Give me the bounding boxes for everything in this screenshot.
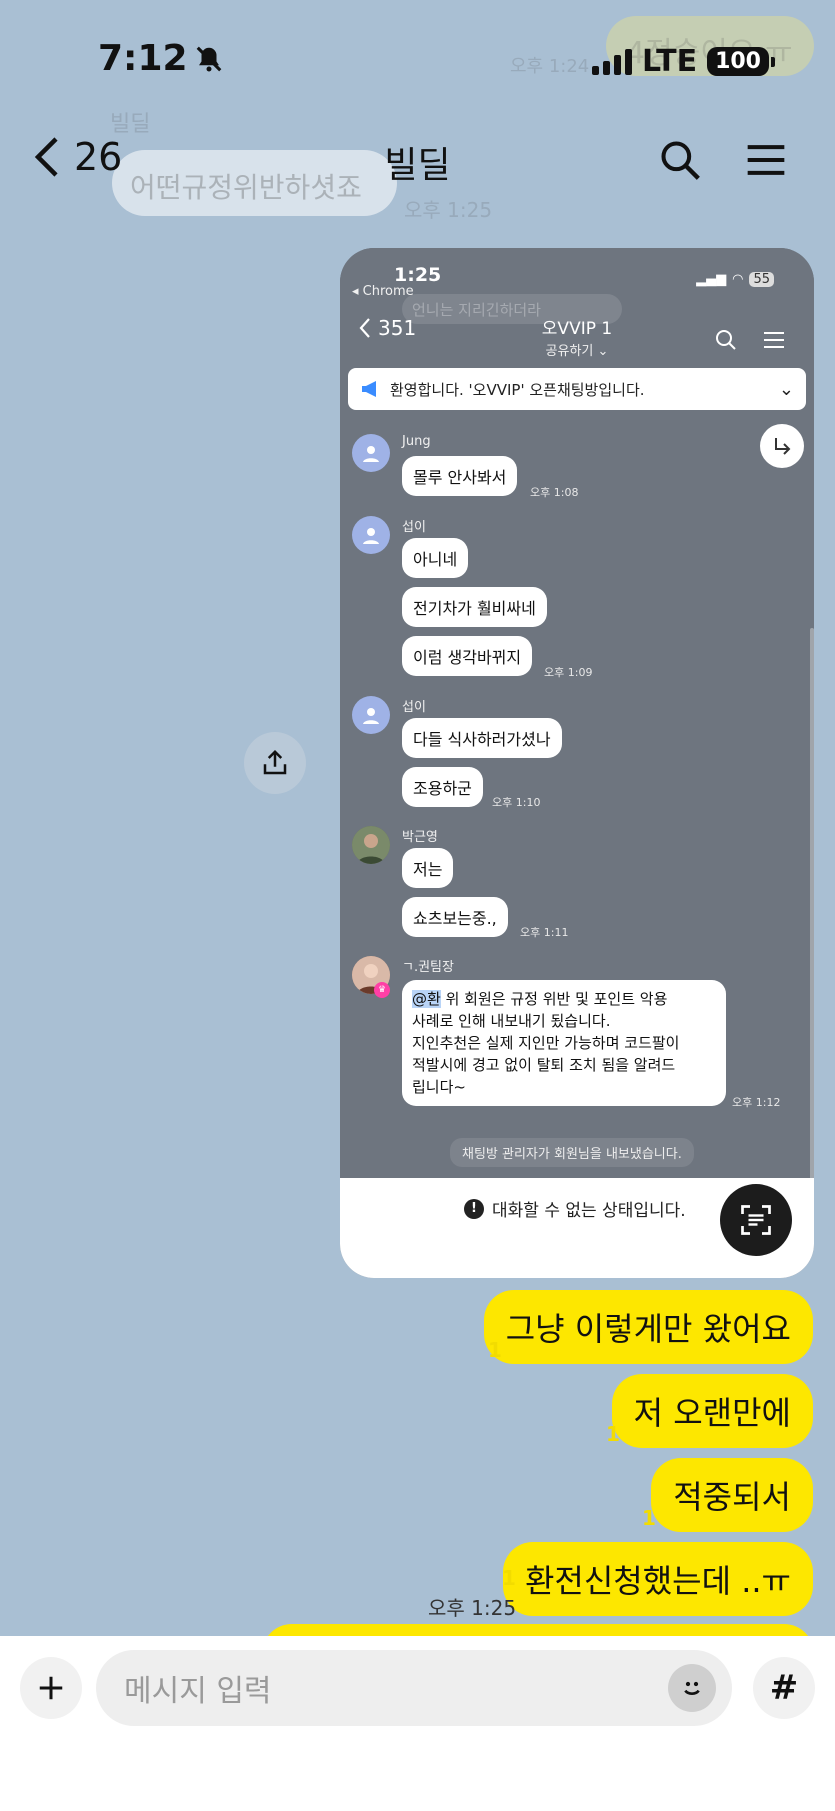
smiley-icon — [684, 1681, 700, 1695]
inner-status-time: 1:25 — [394, 264, 442, 286]
status-time: 7:12 — [98, 38, 224, 79]
chat-bubble: 전기차가 훨비싸네 — [402, 587, 547, 627]
avatar-photo — [352, 826, 390, 864]
hamburger-menu-icon — [747, 145, 785, 175]
my-message-bubble[interactable]: 저 오랜만에 — [611, 1374, 813, 1448]
chat-bubble: 몰루 안사봐서 — [402, 456, 518, 496]
chat-bubble: 이럼 생각바뀌지 — [402, 636, 533, 676]
notice-line: 사례로 인해 내보내기 됬습니다. — [412, 1012, 611, 1030]
unread-count: 1 — [642, 1506, 656, 1530]
search-button[interactable] — [656, 136, 704, 184]
signal-icon — [591, 48, 632, 75]
chat-bubble: 쇼츠보는중., — [402, 897, 508, 937]
person-icon — [363, 446, 379, 462]
status-indicators: LTE 100 — [591, 44, 775, 79]
person-photo-icon — [352, 826, 390, 864]
network-label: LTE — [641, 44, 698, 79]
clock: 7:12 — [98, 38, 188, 79]
text-scan-icon — [741, 1205, 771, 1235]
screenshot-chat: 언니는 지리긴하더라 1:25 ◂ Chrome ▂▄▆ ◠ 55 351 오V… — [340, 248, 814, 1208]
my-message-bubble[interactable]: 그냥 이렇게만 왔어요 — [483, 1290, 813, 1364]
chevron-down-icon: ⌄ — [778, 378, 794, 400]
username: ㄱ.권팀장 — [402, 960, 454, 975]
message-time: 오후 1:25 — [428, 1596, 517, 1620]
search-icon — [661, 141, 700, 180]
blocked-text: 대화할 수 없는 상태입니다. — [492, 1201, 686, 1221]
notice-line: 적발시에 경고 없이 탈퇴 조치 됨을 알려드 — [412, 1056, 676, 1074]
megaphone-icon — [362, 381, 376, 397]
message-time: 오후 1:08 — [530, 486, 579, 499]
person-icon — [363, 708, 379, 724]
shared-screenshot[interactable]: 언니는 지리긴하더라 1:25 ◂ Chrome ▂▄▆ ◠ 55 351 오V… — [340, 248, 814, 1278]
chat-bubble: 아니네 — [402, 538, 469, 578]
inner-share-label: 공유하기 — [545, 344, 594, 359]
message-time: 오후 1:12 — [732, 1096, 781, 1109]
blocked-message: ! 대화할 수 없는 상태입니다. — [464, 1196, 686, 1221]
notice-line: 립니다~ — [412, 1078, 466, 1096]
message-time: 오후 1:11 — [520, 926, 569, 939]
chat-bubble: 다들 식사하러가셨나 — [402, 718, 562, 758]
notice-line: 지인추천은 실제 지인만 가능하며 코드팔이 — [412, 1034, 680, 1052]
inner-browser-label: ◂ Chrome — [352, 284, 414, 299]
person-icon — [363, 528, 379, 544]
username: 박근영 — [402, 830, 438, 845]
inner-room-subtitle: 공유하기 ⌄ — [340, 340, 814, 359]
inner-battery: 55 — [749, 272, 774, 287]
ghost-time: 오후 1:25 — [404, 198, 493, 222]
avatar — [352, 516, 390, 554]
unread-count: 1 — [502, 1566, 516, 1590]
message-time: 오후 1:09 — [544, 666, 593, 679]
inner-share-arrow — [760, 424, 804, 468]
message-input[interactable]: 메시지 입력 — [96, 1650, 732, 1726]
system-message: 채팅방 관리자가 회원님을 내보냈습니다. — [450, 1138, 694, 1167]
chat-bubble: 조용하군 — [402, 767, 483, 807]
unread-count: 1 — [606, 1422, 620, 1446]
username: Jung — [402, 434, 431, 449]
username: 섭이 — [402, 520, 426, 535]
alert-icon: ! — [464, 1198, 484, 1219]
menu-button[interactable] — [742, 136, 790, 184]
ghost-top-time: 오후 1:24 — [510, 56, 590, 77]
username: 섭이 — [402, 700, 426, 715]
text-scan-button[interactable] — [720, 1184, 792, 1256]
share-icon — [263, 749, 287, 775]
bell-off-icon — [196, 46, 221, 71]
crown-icon: ♛ — [374, 982, 390, 998]
notice-banner: 환영합니다. '오VVIP' 오픈채팅방입니다. ⌄ — [348, 368, 806, 410]
input-placeholder: 메시지 입력 — [124, 1674, 272, 1709]
hash-icon: # — [769, 1668, 799, 1708]
blocked-area: ! 대화할 수 없는 상태입니다. — [340, 1178, 814, 1278]
unread-count: 1 — [488, 1338, 502, 1362]
hashtag-button[interactable]: # — [753, 1657, 815, 1719]
notice-text: 환영합니다. '오VVIP' 오픈채팅방입니다. — [390, 380, 645, 399]
inner-status-indicators: ▂▄▆ ◠ 55 — [696, 272, 774, 287]
inner-wifi-icon: ◠ — [732, 272, 744, 287]
attach-button[interactable] — [20, 1657, 82, 1719]
inner-search-icon — [716, 330, 736, 350]
chevron-down-icon: ⌄ — [597, 344, 609, 359]
reply-arrow-icon — [775, 438, 791, 455]
plus-icon — [39, 1676, 63, 1700]
notice-line: @환 위 회원은 규정 위반 및 포인트 악용 — [412, 988, 716, 1010]
inner-menu-icon — [764, 332, 784, 348]
inner-scrollbar — [810, 628, 814, 1208]
emoji-button[interactable] — [668, 1664, 716, 1712]
avatar — [352, 434, 390, 472]
my-message-bubble[interactable]: 환전신청했는데 ..ㅠ — [502, 1542, 813, 1616]
my-message-bubble[interactable]: 적중되서 — [651, 1458, 813, 1532]
battery-icon: 100 — [707, 47, 775, 76]
message-time: 오후 1:10 — [492, 796, 541, 809]
page-title: 빌딜 — [384, 145, 451, 186]
avatar — [352, 696, 390, 734]
inner-room-title: 오VVIP 1 — [541, 319, 613, 339]
chat-bubble: 저는 — [402, 848, 454, 888]
inner-signal-icon: ▂▄▆ — [696, 272, 727, 287]
mention-tag: @환 — [412, 990, 441, 1008]
notice-line-text: 위 회원은 규정 위반 및 포인트 악용 — [445, 990, 668, 1008]
share-button[interactable] — [244, 732, 306, 794]
admin-notice-bubble: @환 위 회원은 규정 위반 및 포인트 악용 사례로 인해 내보내기 됬습니다… — [402, 980, 726, 1106]
